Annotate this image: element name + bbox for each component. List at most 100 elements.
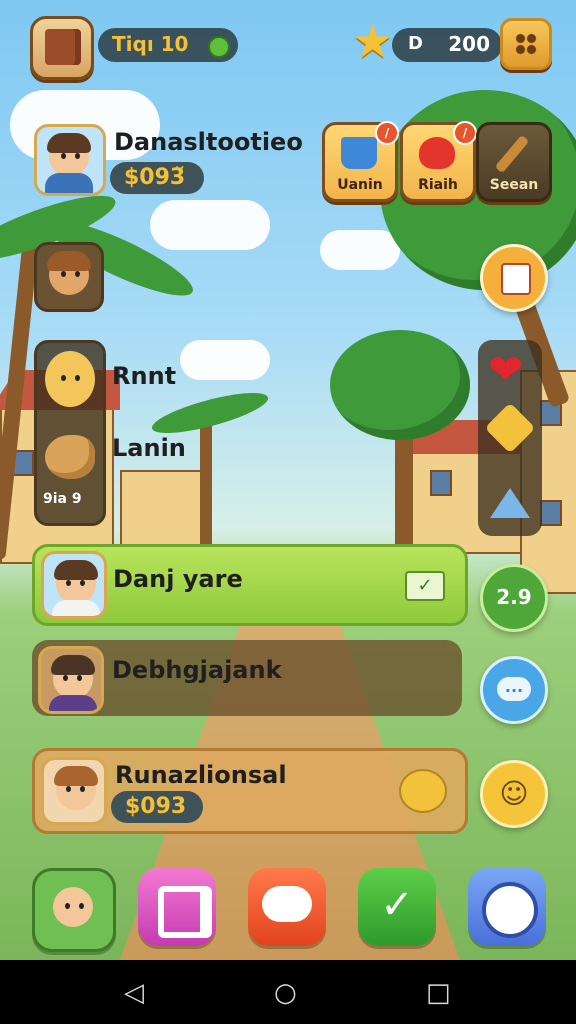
level-text: Tiqı 10 bbox=[112, 32, 189, 56]
window bbox=[540, 500, 562, 526]
row-coins: $093 bbox=[111, 791, 203, 823]
home-icon[interactable]: ○ bbox=[274, 980, 297, 1006]
row-avatar bbox=[38, 646, 104, 714]
eye bbox=[66, 786, 71, 792]
star-value-prefix: D bbox=[408, 33, 423, 54]
messages-app-button[interactable] bbox=[248, 868, 326, 946]
score-circle-button[interactable]: 2.9 bbox=[480, 564, 548, 632]
menu-grid-button[interactable] bbox=[500, 18, 552, 70]
red-gem-icon bbox=[419, 137, 455, 169]
eye bbox=[65, 903, 70, 909]
row-avatar bbox=[41, 551, 107, 619]
row-avatar bbox=[41, 757, 107, 825]
star-icon: ★ bbox=[352, 14, 394, 68]
shirt bbox=[52, 600, 100, 616]
recents-icon[interactable]: □ bbox=[426, 980, 451, 1006]
eye bbox=[75, 271, 80, 277]
check-icon: ✓ bbox=[380, 882, 414, 928]
map-icon bbox=[482, 882, 538, 938]
gem-icon bbox=[208, 36, 230, 58]
tool-label: Seean bbox=[489, 177, 539, 193]
eye bbox=[75, 153, 80, 159]
triangle-gem-icon[interactable] bbox=[490, 488, 530, 518]
side-list-panel: 9ia 9 bbox=[34, 340, 106, 526]
reward-column: ❤ bbox=[478, 340, 542, 536]
window bbox=[430, 470, 452, 496]
blond-avatar[interactable] bbox=[45, 351, 95, 407]
bag-icon bbox=[501, 263, 531, 295]
tool-label: Riaih bbox=[418, 177, 458, 193]
tool-label: Uanin bbox=[337, 177, 383, 193]
tool-button-uanin[interactable]: / Uanin bbox=[322, 121, 399, 202]
eye bbox=[80, 580, 85, 586]
tree-canopy bbox=[330, 330, 470, 440]
eye bbox=[75, 375, 80, 381]
tool-button-seean[interactable]: Seean bbox=[476, 122, 552, 202]
friend-avatar-dog[interactable] bbox=[34, 242, 104, 312]
eye bbox=[61, 375, 66, 381]
speech-icon bbox=[262, 886, 312, 922]
hair bbox=[54, 766, 98, 786]
cloud bbox=[150, 200, 270, 250]
eye bbox=[61, 153, 66, 159]
row-name: Danj yare bbox=[113, 565, 243, 593]
emoji-bubble-icon[interactable] bbox=[399, 769, 447, 813]
hair bbox=[47, 133, 91, 153]
list-row-active[interactable]: Danj yare ✓ bbox=[32, 544, 468, 626]
star-currency-pill: D 200 bbox=[392, 28, 502, 62]
shirt bbox=[45, 173, 93, 193]
player-name: Danasltootieo bbox=[114, 128, 303, 156]
check-app-button[interactable]: ✓ bbox=[358, 868, 436, 946]
list-row[interactable]: Debhgjajank bbox=[32, 640, 462, 716]
star-value: 200 bbox=[448, 32, 490, 56]
heart-icon[interactable]: ❤ bbox=[488, 346, 523, 394]
eye bbox=[61, 271, 66, 277]
smile-circle-button[interactable]: ☺ bbox=[480, 760, 548, 828]
gold-gem-icon[interactable] bbox=[484, 402, 536, 454]
tool-badge: / bbox=[453, 121, 477, 145]
tool-button-riaih[interactable]: / Riaih bbox=[400, 121, 477, 202]
level-pill: Tiqı 10 bbox=[98, 28, 238, 62]
bucket-icon bbox=[341, 137, 377, 169]
eye bbox=[79, 903, 84, 909]
list-row[interactable]: Runazlionsal $093 bbox=[32, 748, 468, 834]
cloud bbox=[320, 230, 400, 270]
brush-icon bbox=[494, 134, 530, 174]
top-bar: Tiqı 10 ★ D 200 bbox=[0, 14, 576, 80]
flag-app-button[interactable] bbox=[138, 868, 216, 946]
eye bbox=[80, 786, 85, 792]
player-coins: $093̆ bbox=[110, 162, 204, 194]
chat-bubble-icon: ... bbox=[497, 677, 531, 701]
cookie-icon[interactable] bbox=[45, 435, 95, 479]
player-avatar[interactable] bbox=[34, 124, 106, 196]
smile-icon: ☺ bbox=[499, 777, 529, 810]
tool-badge: / bbox=[375, 121, 399, 145]
hair bbox=[51, 655, 95, 675]
map-app-button[interactable] bbox=[468, 868, 546, 946]
chat-circle-button[interactable]: ... bbox=[480, 656, 548, 724]
back-icon[interactable]: ◁ bbox=[124, 980, 144, 1006]
shirt bbox=[49, 695, 97, 711]
eye bbox=[63, 675, 68, 681]
cloud bbox=[180, 340, 270, 380]
book-menu-button[interactable] bbox=[30, 16, 94, 80]
shop-bag-button[interactable] bbox=[480, 244, 548, 312]
ears bbox=[47, 251, 91, 271]
grid-icon bbox=[515, 33, 537, 55]
palm-trunk bbox=[200, 420, 212, 550]
flag-icon bbox=[158, 886, 212, 938]
face bbox=[53, 887, 93, 927]
eye bbox=[77, 675, 82, 681]
row-name: Debhgjajank bbox=[112, 656, 282, 684]
house-center bbox=[120, 470, 204, 554]
eye bbox=[66, 580, 71, 586]
profile-app-button[interactable] bbox=[32, 868, 116, 952]
system-nav-bar: ◁ ○ □ bbox=[0, 960, 576, 1024]
hair bbox=[54, 560, 98, 580]
mail-icon[interactable]: ✓ bbox=[405, 571, 445, 601]
book-icon bbox=[45, 29, 75, 65]
side-item-label-1: Rnnt bbox=[112, 362, 177, 390]
side-item-count: 9ia 9 bbox=[43, 491, 82, 507]
row-name: Runazlionsal bbox=[115, 761, 287, 789]
side-item-label-2: Lanin bbox=[112, 434, 186, 462]
